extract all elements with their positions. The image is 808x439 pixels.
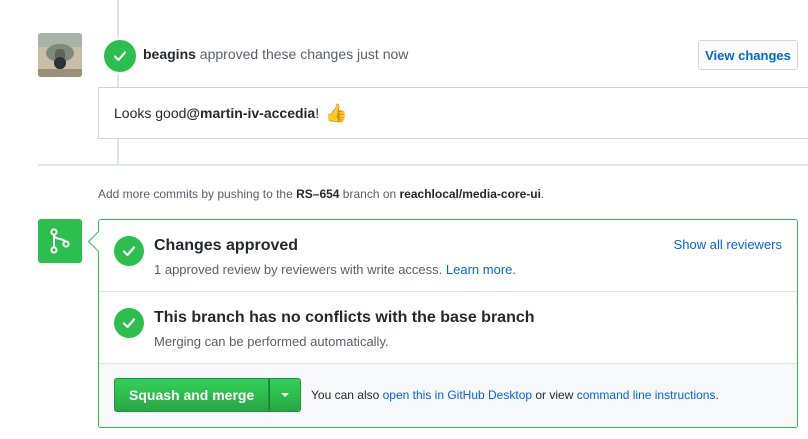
no-conflicts-check-badge [114, 308, 144, 338]
check-icon [122, 246, 136, 257]
avatar-image [38, 33, 82, 77]
conflicts-description: Merging can be performed automatically. [154, 334, 389, 349]
merge-status-icon [38, 219, 82, 263]
push-info-middle: branch on [339, 187, 400, 201]
review-approved-badge [102, 38, 138, 74]
squash-and-merge-button[interactable]: Squash and merge [114, 378, 270, 412]
comment-text-suffix: ! [315, 105, 320, 121]
timeline-line [117, 0, 119, 165]
view-changes-button[interactable]: View changes [698, 40, 798, 70]
approved-description: 1 approved review by reviewers with writ… [154, 262, 516, 277]
show-all-reviewers-link[interactable]: Show all reviewers [674, 237, 782, 252]
open-in-desktop-link[interactable]: open this in GitHub Desktop [383, 388, 532, 402]
conflicts-status-section: This branch has no conflicts with the ba… [99, 292, 797, 364]
push-info-suffix: . [540, 187, 545, 201]
branch-name: RS–654 [296, 187, 340, 201]
triangle-down-icon [281, 393, 290, 397]
learn-more-link[interactable]: Learn more. [446, 262, 516, 277]
merge-actions-section: Squash and merge You can also open this … [99, 364, 797, 427]
git-merge-icon [50, 228, 70, 254]
avatar[interactable] [38, 33, 82, 77]
push-info: Add more commits by pushing to the RS–65… [98, 187, 544, 201]
check-icon [113, 51, 127, 62]
review-author[interactable]: beagins [143, 46, 196, 62]
approved-desc-text: 1 approved review by reviewers with writ… [154, 262, 443, 277]
review-header: beagins approved these changes just now [143, 46, 408, 62]
merge-panel: Changes approved 1 approved review by re… [87, 219, 798, 428]
conflicts-title: This branch has no conflicts with the ba… [154, 309, 535, 326]
check-icon [122, 318, 136, 329]
review-action: approved these changes just now [199, 46, 409, 62]
command-line-instructions-link[interactable]: command line instructions [577, 388, 716, 402]
user-mention[interactable]: @martin-iv-accedia [186, 105, 315, 121]
push-info-prefix: Add more commits by pushing to the [98, 187, 297, 201]
comment-text-prefix: Looks good [114, 105, 187, 121]
approved-check-badge [114, 236, 144, 266]
thumbs-up-emoji: 👍 [325, 103, 348, 123]
review-comment: Looks good @martin-iv-accedia ! 👍 [98, 87, 808, 139]
alt-prefix: You can also [311, 388, 383, 402]
approved-title: Changes approved [154, 237, 299, 254]
timeline-divider [38, 164, 808, 166]
approval-status-section: Changes approved 1 approved review by re… [99, 220, 797, 292]
repo-name: reachlocal/media-core-ui [399, 187, 541, 201]
alt-middle: or view [532, 388, 577, 402]
merge-alternatives: You can also open this in GitHub Desktop… [311, 388, 719, 402]
alt-suffix: . [715, 388, 719, 402]
merge-method-dropdown[interactable] [269, 378, 302, 412]
merge-button-group: Squash and merge [114, 378, 302, 412]
